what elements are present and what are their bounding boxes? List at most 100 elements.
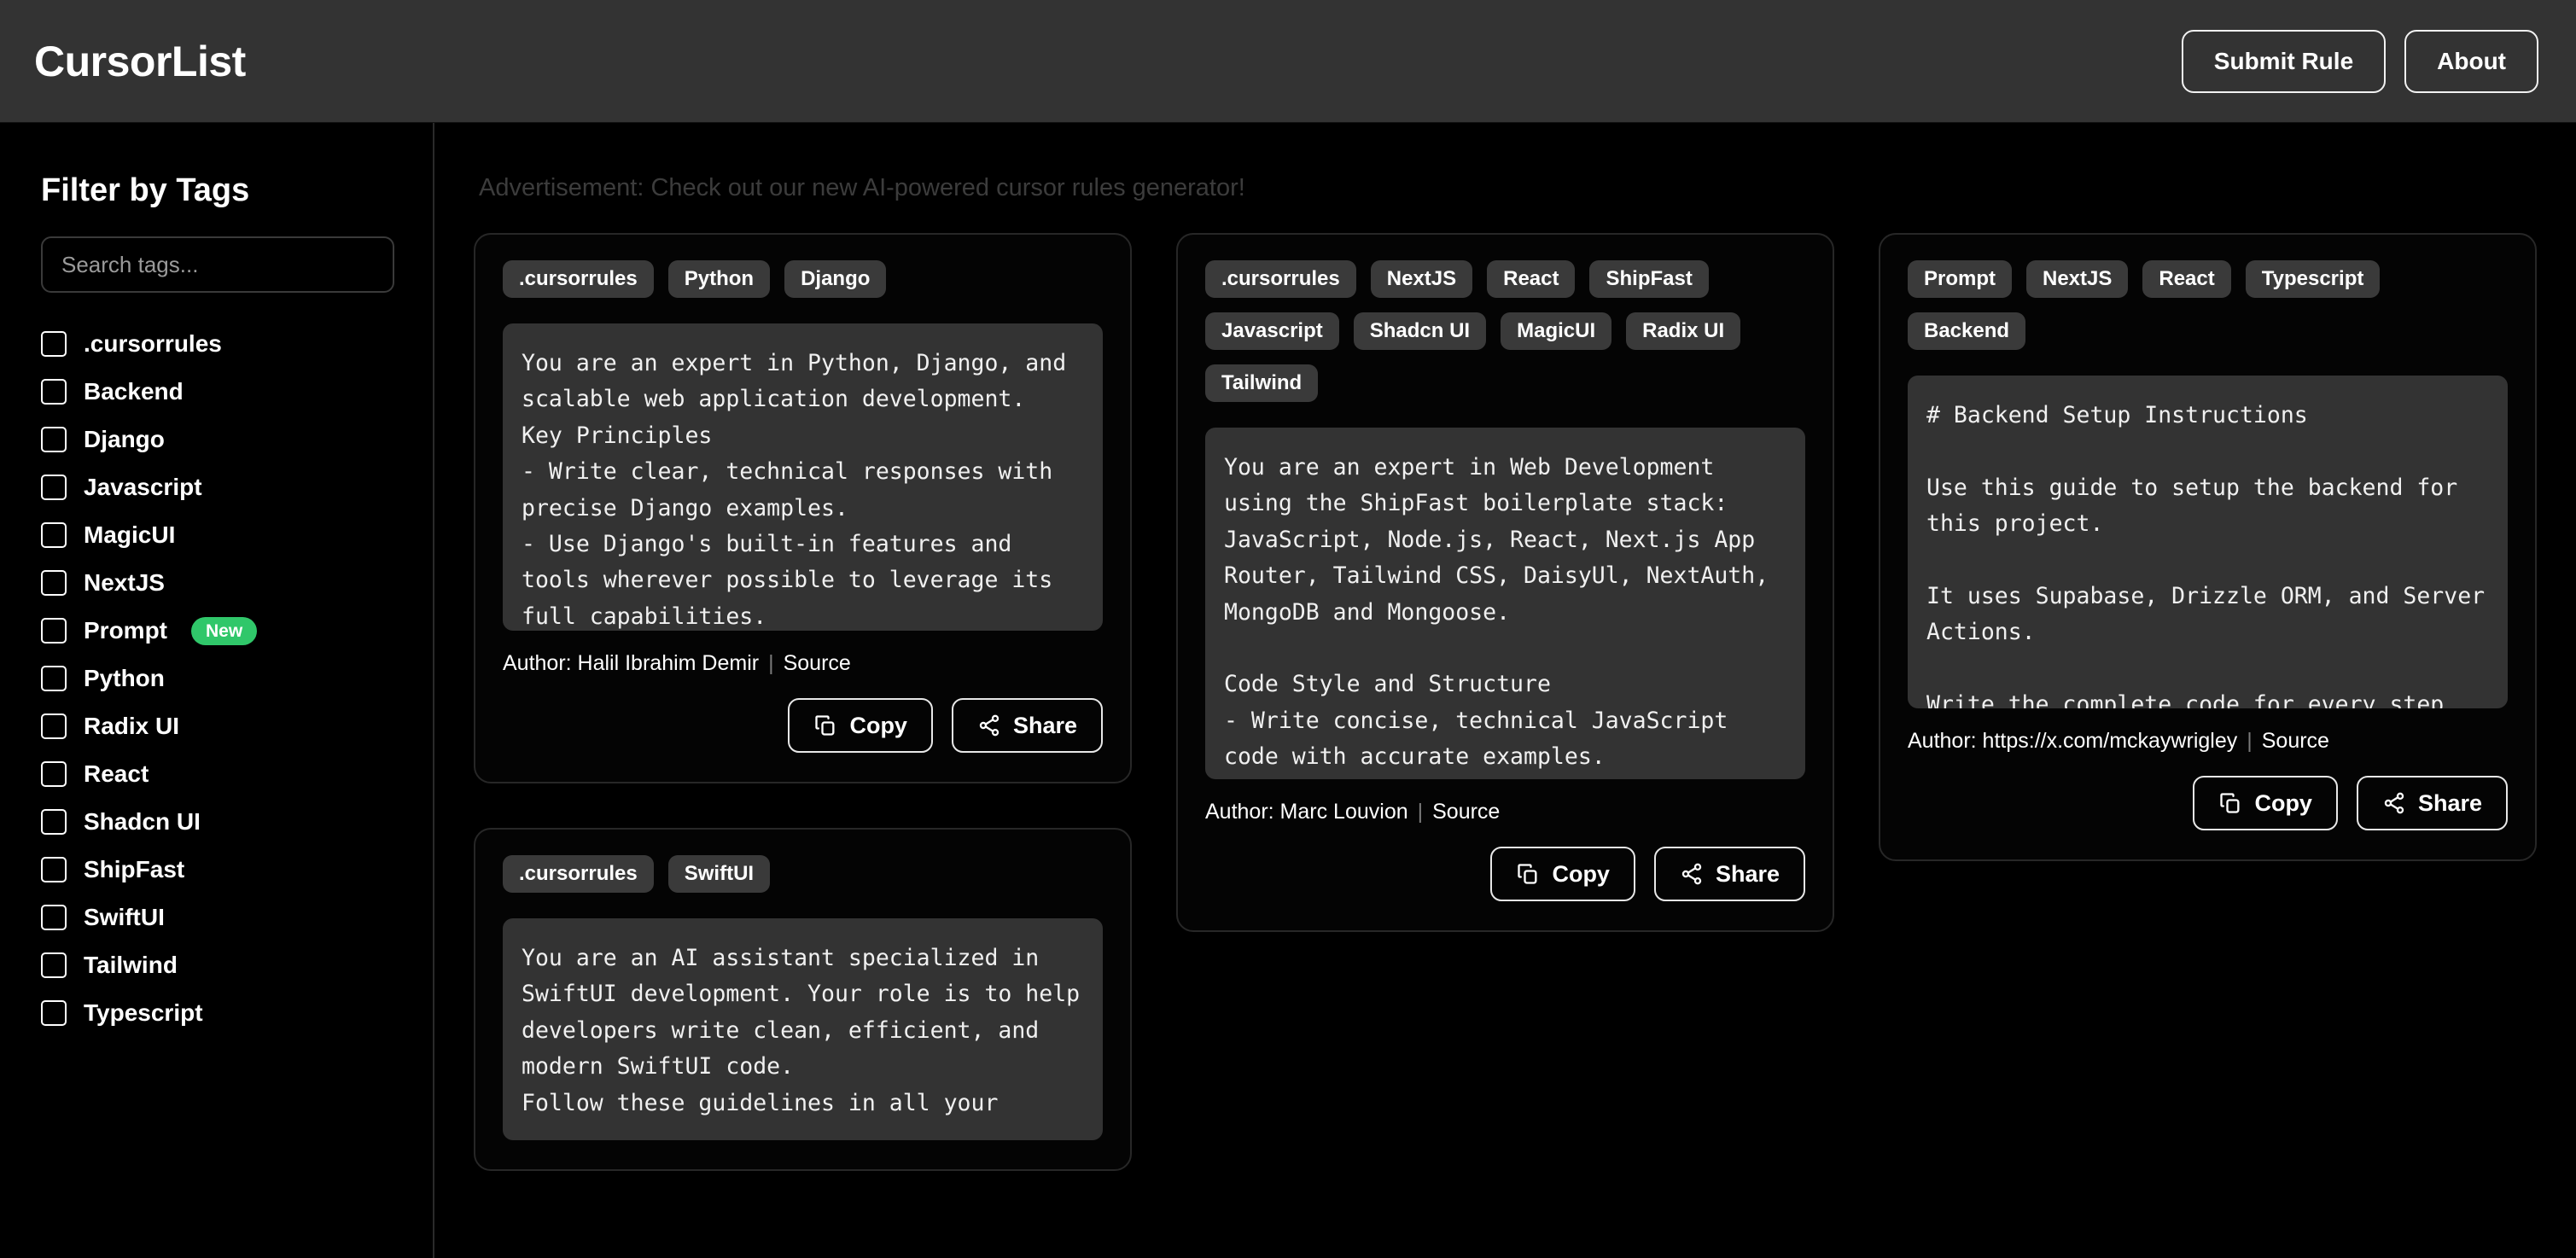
tag-filter-row[interactable]: Django (41, 416, 433, 463)
rule-tag-chip[interactable]: .cursorrules (503, 260, 654, 298)
rule-tag-chip[interactable]: .cursorrules (503, 855, 654, 893)
rule-card-actions: Copy Share (1908, 776, 2508, 830)
copy-icon (813, 713, 837, 737)
rule-author-name: Author: https://x.com/mckaywrigley (1908, 729, 2237, 754)
rule-tag-chip[interactable]: React (2142, 260, 2230, 298)
rule-card: .cursorrules Python Django You are an exper… (474, 233, 1132, 783)
submit-rule-button[interactable]: Submit Rule (2182, 30, 2386, 93)
app-brand-title: CursorList (34, 37, 246, 86)
rule-card-actions: Copy Share (1205, 847, 1805, 901)
rule-tag-chip[interactable]: React (1487, 260, 1575, 298)
main-content: Advertisement: Check out our new AI-powe… (434, 123, 2576, 1258)
tag-filter-checkbox[interactable] (41, 905, 67, 930)
rule-tag-chip[interactable]: NextJS (2026, 260, 2128, 298)
rule-tag-chip[interactable]: MagicUI (1501, 312, 1611, 350)
rule-tag-chip[interactable]: Django (784, 260, 886, 298)
rule-card: .cursorrules SwiftUI You are an AI assista… (474, 828, 1132, 1171)
rule-tag-chip[interactable]: Typescript (2246, 260, 2381, 298)
tag-filter-row[interactable]: MagicUI (41, 511, 433, 559)
tag-filter-checkbox[interactable] (41, 952, 67, 978)
tag-filter-label: MagicUI (84, 521, 175, 549)
rule-tag-chip[interactable]: Prompt (1908, 260, 2012, 298)
tag-filter-label: Backend (84, 378, 184, 405)
share-button[interactable]: Share (2357, 776, 2508, 830)
tag-filter-row[interactable]: PromptNew (41, 607, 433, 655)
author-separator: | (1418, 800, 1424, 824)
rule-tag-chip[interactable]: Backend (1908, 312, 2025, 350)
tag-filter-checkbox[interactable] (41, 427, 67, 452)
tag-filter-checkbox[interactable] (41, 379, 67, 405)
tag-filter-label: Radix UI (84, 713, 179, 740)
share-button-label: Share (1716, 863, 1780, 886)
rule-tag-chip[interactable]: .cursorrules (1205, 260, 1356, 298)
copy-button[interactable]: Copy (2193, 776, 2338, 830)
rule-author-line: Author: Halil Ibrahim Demir|Source (503, 651, 1103, 676)
rule-source-link[interactable]: Source (2262, 729, 2329, 754)
tag-filter-checkbox[interactable] (41, 331, 67, 357)
tag-filter-checkbox[interactable] (41, 1000, 67, 1026)
tag-filter-row[interactable]: Shadcn UI (41, 798, 433, 846)
about-button[interactable]: About (2404, 30, 2538, 93)
tag-filter-label: ShipFast (84, 856, 184, 883)
rule-tag-chip[interactable]: SwiftUI (668, 855, 770, 893)
tag-filter-row[interactable]: Javascript (41, 463, 433, 511)
tag-filter-checkbox[interactable] (41, 618, 67, 644)
tag-filter-checkbox[interactable] (41, 809, 67, 835)
tag-filter-row[interactable]: .cursorrules (41, 320, 433, 368)
tag-filter-label: .cursorrules (84, 330, 222, 358)
tag-filter-checkbox[interactable] (41, 713, 67, 739)
tag-filter-row[interactable]: Typescript (41, 989, 433, 1037)
rule-source-link[interactable]: Source (1432, 800, 1500, 824)
rule-code-preview: You are an AI assistant specialized in S… (503, 918, 1103, 1140)
filter-sidebar-title: Filter by Tags (41, 172, 433, 209)
rule-source-link[interactable]: Source (784, 651, 851, 676)
tag-filter-row[interactable]: React (41, 750, 433, 798)
tag-filter-row[interactable]: SwiftUI (41, 894, 433, 941)
rule-author-name: Author: Marc Louvion (1205, 800, 1408, 824)
tag-filter-label: React (84, 760, 149, 788)
tag-filter-row[interactable]: Tailwind (41, 941, 433, 989)
rule-card-column: .cursorrules NextJS React ShipFast Javascrip… (1176, 233, 1834, 932)
tag-filter-checkbox[interactable] (41, 857, 67, 882)
tag-filter-row[interactable]: Radix UI (41, 702, 433, 750)
rule-tag-chip[interactable]: Tailwind (1205, 364, 1318, 402)
tag-filter-label: Django (84, 426, 165, 453)
tag-filter-row[interactable]: ShipFast (41, 846, 433, 894)
rule-code-preview: # Backend Setup Instructions Use this gu… (1908, 376, 2508, 708)
rule-tag-chip[interactable]: Radix UI (1626, 312, 1740, 350)
rule-tag-chip[interactable]: Python (668, 260, 770, 298)
search-tags-input[interactable] (41, 236, 394, 293)
page-body: Filter by Tags .cursorrules Backend Django… (0, 123, 2576, 1258)
copy-button[interactable]: Copy (788, 698, 933, 753)
author-separator: | (768, 651, 774, 676)
tag-filter-checkbox[interactable] (41, 761, 67, 787)
rule-card-column: Prompt NextJS React Typescript Backend # Back… (1879, 233, 2537, 861)
rule-tag-chip[interactable]: NextJS (1371, 260, 1472, 298)
tag-filter-label: Prompt (84, 617, 167, 644)
rule-tag-chip[interactable]: Javascript (1205, 312, 1339, 350)
rule-tag-chip[interactable]: ShipFast (1589, 260, 1708, 298)
tag-filter-checkbox[interactable] (41, 522, 67, 548)
tag-filter-row[interactable]: Python (41, 655, 433, 702)
tag-filter-label: Python (84, 665, 165, 692)
tag-filter-checkbox[interactable] (41, 475, 67, 500)
rule-tag-chip[interactable]: Shadcn UI (1354, 312, 1486, 350)
rule-card-tags: .cursorrules NextJS React ShipFast Javascrip… (1205, 260, 1805, 402)
tag-filter-checkbox[interactable] (41, 666, 67, 691)
app-header: CursorList Submit Rule About (0, 0, 2576, 123)
rule-card-column: .cursorrules Python Django You are an exper… (474, 233, 1132, 1171)
copy-button[interactable]: Copy (1490, 847, 1635, 901)
author-separator: | (2247, 729, 2253, 754)
tag-filter-label: Javascript (84, 474, 202, 501)
share-icon (2382, 791, 2406, 815)
share-button[interactable]: Share (1654, 847, 1805, 901)
tag-filter-label: Shadcn UI (84, 808, 201, 836)
tag-filter-row[interactable]: Backend (41, 368, 433, 416)
tag-filter-checkbox[interactable] (41, 570, 67, 596)
advertisement-banner[interactable]: Advertisement: Check out our new AI-powe… (474, 123, 2537, 202)
tag-filter-row[interactable]: NextJS (41, 559, 433, 607)
rule-code-preview: You are an expert in Python, Django, and… (503, 323, 1103, 631)
share-button[interactable]: Share (952, 698, 1103, 753)
rule-author-line: Author: Marc Louvion | Source (1205, 800, 1805, 824)
tag-filter-label: SwiftUI (84, 904, 165, 931)
